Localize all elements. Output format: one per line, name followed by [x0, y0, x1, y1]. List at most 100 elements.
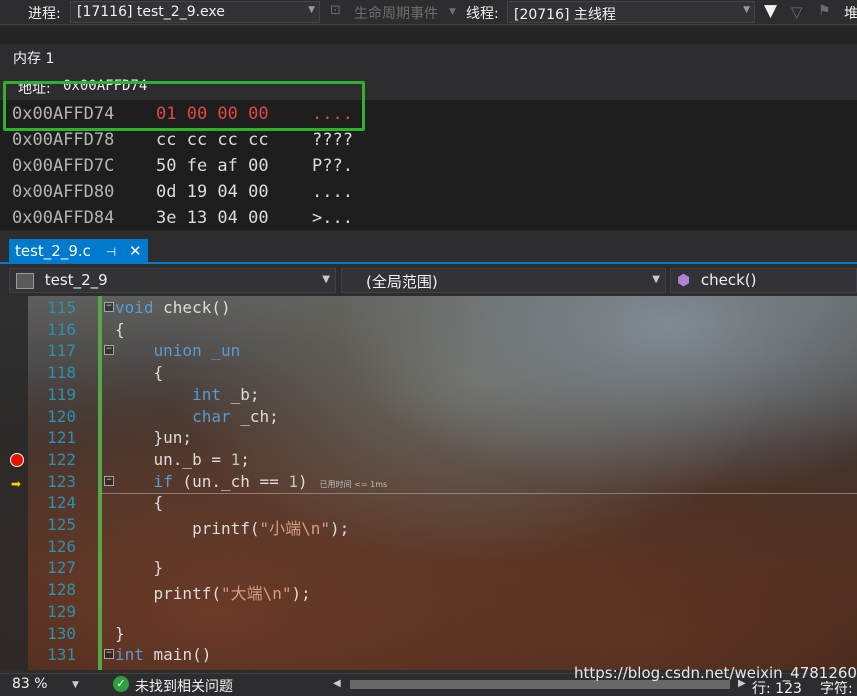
thread-dropdown[interactable]: [20716] 主线程 ▼	[507, 1, 755, 23]
keyword: char	[192, 406, 231, 426]
code-line[interactable]: 126	[0, 537, 857, 559]
code-token: (un._ch ==	[172, 471, 289, 491]
breakpoint-icon[interactable]	[10, 453, 24, 467]
keyword: if	[153, 471, 173, 491]
code-text: {	[115, 363, 164, 383]
code-line[interactable]: 116 {	[0, 320, 857, 342]
memory-chars[interactable]: P??.	[312, 156, 353, 176]
close-icon[interactable]: ✕	[129, 242, 142, 260]
code-token: printf(	[115, 519, 260, 538]
keyword: int	[115, 645, 144, 665]
code-line[interactable]: 121 }un;	[0, 428, 857, 450]
memory-bytes[interactable]: 50 fe af 00	[156, 156, 269, 176]
code-token: {	[115, 493, 164, 513]
collapse-icon[interactable]: −	[104, 649, 114, 660]
code-line[interactable]: 129	[0, 602, 857, 624]
watermark: https://blog.csdn.net/weixin_47812603	[574, 664, 857, 682]
issues-status[interactable]: 未找到相关问题	[135, 676, 233, 696]
collapse-icon[interactable]: −	[104, 302, 114, 312]
code-line[interactable]: 127 }	[0, 558, 857, 580]
code-token: }	[115, 558, 164, 578]
line-number: 122	[47, 449, 76, 469]
line-number: 117	[47, 341, 76, 361]
memory-row: 0x00AFFD7C 50 fe af 00 P??.	[12, 156, 353, 182]
code-line[interactable]: 115 − void check()	[0, 298, 857, 320]
line-number: 119	[47, 384, 76, 404]
code-line[interactable]: 120 char _ch;	[0, 407, 857, 429]
chevron-down-icon: ▼	[743, 5, 750, 15]
code-text: union _un	[115, 341, 241, 361]
code-line[interactable]: 128 printf("大端\n");	[0, 580, 857, 604]
memory-bytes[interactable]: 0d 19 04 00	[156, 182, 269, 202]
chevron-down-icon[interactable]: ▼	[72, 680, 79, 690]
code-line[interactable]: 130}	[0, 624, 857, 646]
process-label: 进程:	[28, 6, 61, 22]
code-line[interactable]: 123 − if (un._ch == 1) 已用时间 <= 1ms	[0, 472, 857, 494]
memory-chars[interactable]: ....	[312, 182, 353, 202]
filter-clear-icon[interactable]: ▽	[791, 3, 803, 21]
code-line[interactable]: 124 {	[0, 493, 857, 515]
code-text: }un;	[115, 428, 193, 448]
line-number: 121	[47, 428, 76, 448]
code-line[interactable]: 118 {	[0, 363, 857, 385]
code-token: un._b =	[115, 449, 231, 469]
tab-test-2-9-c[interactable]: test_2_9.c ⊣ ✕	[9, 239, 148, 264]
memory-chars[interactable]: >...	[312, 208, 353, 228]
number-literal: 1	[288, 471, 299, 491]
keyword: union	[153, 341, 202, 361]
perf-tip[interactable]: 已用时间 <= 1ms	[320, 480, 388, 489]
line-number: 115	[47, 298, 76, 317]
memory-row: 0x00AFFD84 3e 13 04 00 >...	[12, 208, 353, 234]
zoom-level[interactable]: 83 %	[12, 676, 48, 692]
code-token: _ch;	[230, 406, 279, 426]
line-number: 124	[47, 493, 76, 513]
identifier: _un	[211, 341, 241, 361]
memory-address: 0x00AFFD78	[12, 130, 115, 150]
code-line[interactable]: 125 printf("小端\n");	[0, 515, 857, 538]
line-number: 123	[47, 471, 76, 491]
filter-icon[interactable]: ▼	[764, 1, 777, 21]
project-dropdown[interactable]: test_2_9 ▼	[9, 268, 336, 293]
tab-filename: test_2_9.c	[15, 242, 91, 260]
code-line[interactable]: 117 − union _un	[0, 341, 857, 363]
code-text: int _b;	[115, 385, 259, 404]
project-icon	[16, 272, 34, 289]
line-number: 127	[47, 558, 76, 578]
memory-row: 0x00AFFD78 cc cc cc cc ????	[12, 130, 353, 156]
memory-bytes[interactable]: 3e 13 04 00	[156, 208, 269, 228]
line-number: 116	[47, 319, 76, 339]
scroll-left-icon[interactable]: ◀	[333, 678, 341, 689]
lifecycle-events-button[interactable]: 生命周期事件	[354, 3, 438, 23]
chevron-down-icon: ▼	[322, 274, 330, 285]
collapse-icon[interactable]: −	[104, 345, 114, 356]
method-icon: ⬢	[677, 271, 691, 289]
process-value: [17116] test_2_9.exe	[77, 4, 225, 20]
scope-dropdown[interactable]: (全局范围) ▼	[341, 268, 666, 293]
line-number: 131	[47, 645, 76, 665]
code-token: }un;	[115, 428, 193, 448]
member-dropdown[interactable]: ⬢ check()	[670, 268, 857, 293]
code-token: );	[330, 519, 350, 538]
process-dropdown[interactable]: [17116] test_2_9.exe ▼	[70, 1, 320, 23]
code-text: printf("大端\n");	[115, 580, 311, 604]
thread-value: [20716] 主线程	[514, 7, 616, 23]
collapse-icon[interactable]: −	[104, 475, 114, 486]
memory-address: 0x00AFFD84	[12, 208, 115, 228]
code-line[interactable]: 119 int _b;	[0, 385, 857, 407]
memory-chars[interactable]: ????	[312, 130, 353, 150]
flag-icon[interactable]: ⚑	[818, 3, 831, 19]
code-text: {	[115, 320, 125, 339]
memory-bytes[interactable]: cc cc cc cc	[156, 130, 269, 150]
code-token: {	[115, 363, 164, 383]
chevron-down-icon: ▼	[652, 274, 660, 285]
code-text: {	[115, 493, 164, 513]
code-text: void check()	[115, 298, 231, 317]
code-line[interactable]: 122 un._b = 1;	[0, 450, 857, 472]
pin-icon[interactable]: ⊣	[106, 245, 116, 259]
code-text: if (un._ch == 1) 已用时间 <= 1ms	[115, 471, 388, 491]
